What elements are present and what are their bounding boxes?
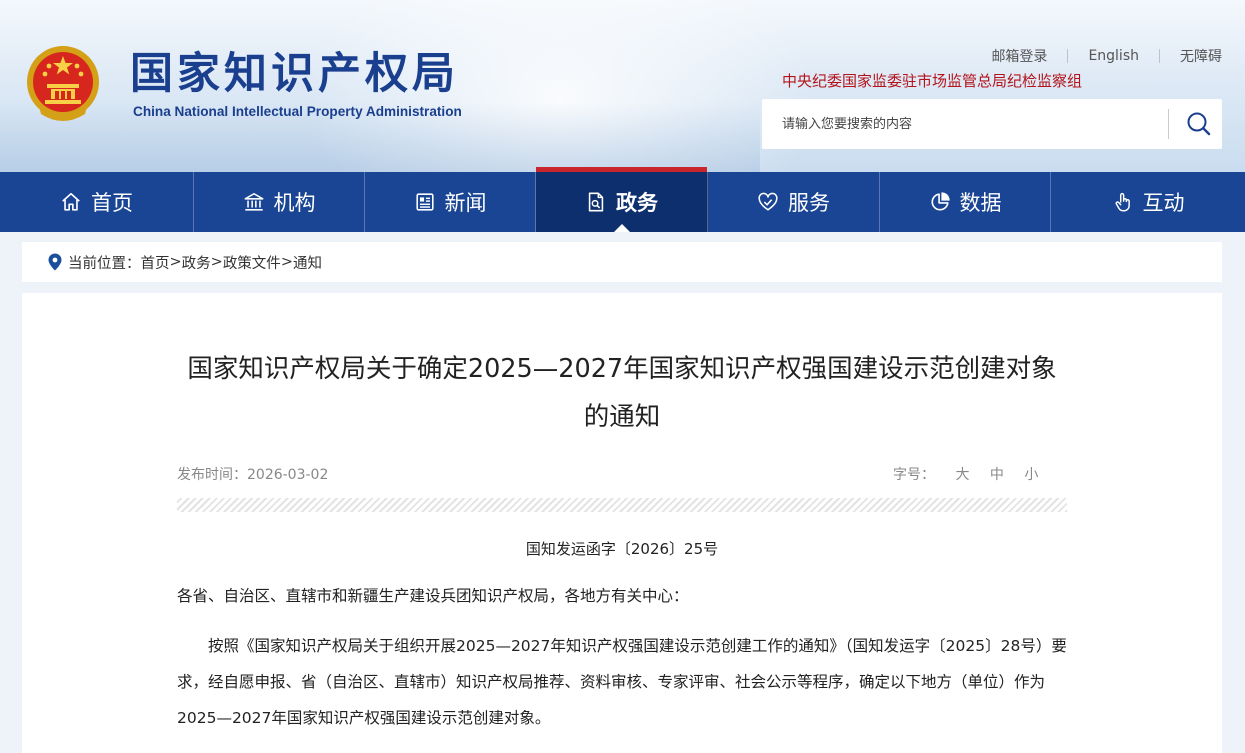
national-emblem-icon xyxy=(27,46,99,121)
nav-item-label: 新闻 xyxy=(444,191,487,215)
search-input[interactable] xyxy=(762,99,1162,149)
government-affairs-icon xyxy=(588,192,604,212)
breadcrumb: 当前位置： 首页 > 政务 > 政策文件 > 通知 xyxy=(22,242,1222,282)
article-title-line-2: 的通知 xyxy=(583,402,661,432)
nav-item-institution[interactable]: 机构 xyxy=(194,172,365,232)
english-link[interactable]: English xyxy=(1088,48,1139,64)
article-addressee: 各省、自治区、直辖市和新疆生产建设兵团知识产权局，各地方有关中心： xyxy=(177,587,689,605)
nav-item-label: 互动 xyxy=(1142,191,1185,215)
service-icon xyxy=(758,192,778,211)
main-navigation: 首页 机构 新闻 政务 服务 数据 互动 xyxy=(0,167,1245,232)
site-logo-english[interactable]: China National Intellectual Property Adm… xyxy=(133,104,462,119)
nav-item-label: 政务 xyxy=(616,191,658,215)
link-divider xyxy=(1159,49,1160,63)
nav-item-service[interactable]: 服务 xyxy=(708,172,880,232)
font-size-small-button[interactable]: 小 xyxy=(1024,467,1038,483)
article-title: 国家知识产权局关于确定2025—2027年国家知识产权强国建设示范创建对象 的通… xyxy=(22,345,1222,441)
location-pin-icon xyxy=(48,253,62,271)
nav-item-label: 数据 xyxy=(959,191,1002,215)
article-title-line-1: 国家知识产权局关于确定2025—2027年国家知识产权强国建设示范创建对象 xyxy=(187,354,1057,384)
top-links: 邮箱登录 English 无障碍 xyxy=(991,46,1222,66)
nav-item-label: 首页 xyxy=(91,191,133,215)
accessibility-link[interactable]: 无障碍 xyxy=(1180,46,1222,66)
link-divider xyxy=(1067,49,1069,63)
publish-date-value: 2026-03-02 xyxy=(247,467,329,483)
article-paragraph: 按照《国家知识产权局关于组织开展2025—2027年知识产权强国建设示范创建工作… xyxy=(177,637,1067,727)
discipline-inspection-link[interactable]: 中央纪委国家监委驻市场监管总局纪检监察组 xyxy=(782,70,1082,91)
breadcrumb-policy-documents[interactable]: 政策文件 xyxy=(223,252,281,273)
site-header: 国家知识产权局 China National Intellectual Prop… xyxy=(0,0,1245,172)
nav-item-interaction[interactable]: 互动 xyxy=(1051,172,1245,232)
font-size-label: 字号： xyxy=(893,467,935,483)
publish-date-label: 发布时间： xyxy=(177,467,247,483)
nav-item-home[interactable]: 首页 xyxy=(0,172,194,232)
search-button[interactable] xyxy=(1176,99,1222,149)
breadcrumb-government-affairs[interactable]: 政务 xyxy=(182,252,211,273)
search-box xyxy=(762,99,1222,149)
breadcrumb-notices[interactable]: 通知 xyxy=(293,252,322,273)
mail-login-link[interactable]: 邮箱登录 xyxy=(991,46,1047,66)
nav-item-label: 机构 xyxy=(273,191,316,215)
nav-item-government-affairs[interactable]: 政务 xyxy=(536,167,708,232)
search-divider xyxy=(1168,109,1169,139)
news-icon xyxy=(415,193,434,211)
document-number: 国知发运函字〔2026〕25号 xyxy=(525,540,719,558)
article-panel: 国家知识产权局关于确定2025—2027年国家知识产权强国建设示范创建对象 的通… xyxy=(22,293,1222,753)
home-icon xyxy=(62,192,80,211)
striped-divider xyxy=(177,498,1067,512)
breadcrumb-home[interactable]: 首页 xyxy=(141,252,170,273)
breadcrumb-separator: > xyxy=(210,254,223,270)
nav-item-label: 服务 xyxy=(788,191,830,215)
breadcrumb-separator: > xyxy=(280,254,293,270)
font-size-large-button[interactable]: 大 xyxy=(955,467,969,483)
publish-date: 发布时间：2026-03-02 xyxy=(177,464,328,484)
font-size-medium-button[interactable]: 中 xyxy=(990,467,1004,483)
institution-icon xyxy=(244,192,263,211)
breadcrumb-separator: > xyxy=(169,254,182,270)
search-icon xyxy=(1187,112,1211,136)
interaction-hand-icon xyxy=(1115,192,1130,212)
font-size-switcher: 字号： 大 中 小 xyxy=(893,464,1038,484)
nav-item-data[interactable]: 数据 xyxy=(880,172,1051,232)
breadcrumb-prefix: 当前位置： xyxy=(68,255,141,272)
data-pie-icon xyxy=(930,192,950,211)
site-logo-title[interactable]: 国家知识产权局 xyxy=(130,46,459,102)
nav-item-news[interactable]: 新闻 xyxy=(365,172,536,232)
